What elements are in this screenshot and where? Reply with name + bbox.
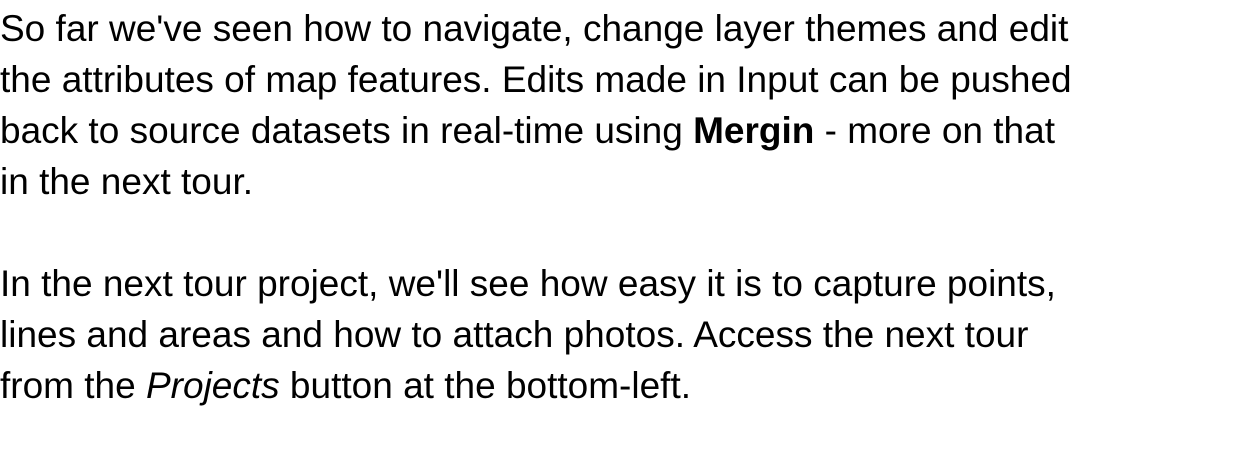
projects-term: Projects: [146, 365, 280, 406]
paragraph-line: In the next tour project, we'll see how …: [0, 263, 1056, 304]
paragraph-line: back to source datasets in real-time usi…: [0, 110, 694, 151]
paragraph-line: So far we've seen how to navigate, chang…: [0, 8, 1069, 49]
tour-paragraph-next-tour: In the next tour project, we'll see how …: [0, 258, 1240, 411]
paragraph-line: lines and areas and how to attach photos…: [0, 314, 1029, 355]
paragraph-line: in the next tour.: [0, 161, 254, 202]
paragraph-line: button at the bottom-left.: [279, 365, 692, 406]
tour-text-block: So far we've seen how to navigate, chang…: [0, 3, 1240, 411]
paragraph-line: - more on that: [814, 110, 1055, 151]
paragraph-line: from the: [0, 365, 146, 406]
mergin-term: Mergin: [693, 110, 815, 151]
tour-paragraph-mergin: So far we've seen how to navigate, chang…: [0, 3, 1240, 207]
paragraph-line: the attributes of map features. Edits ma…: [0, 59, 1072, 100]
